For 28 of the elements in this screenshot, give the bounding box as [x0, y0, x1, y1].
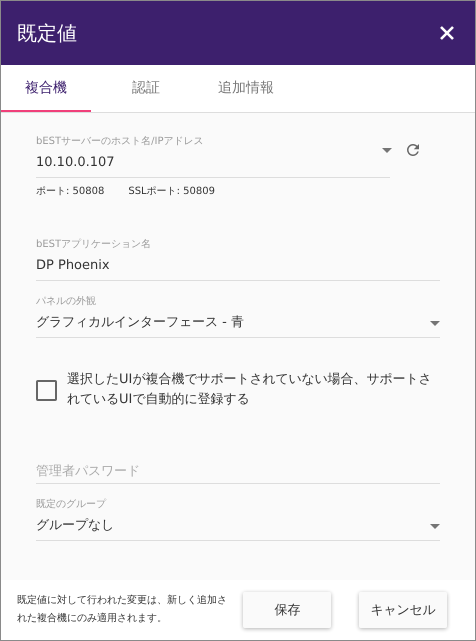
tab[interactable]: 複合機	[1, 65, 91, 112]
field-label: bESTサーバーのホスト名/IPアドレス	[36, 135, 204, 149]
close-button[interactable]	[439, 25, 455, 41]
window-title: 既定値	[17, 20, 77, 46]
caret-icon	[430, 524, 440, 528]
checkbox-label: 選択したUIが複合機でサポートされていない場合、サポートされているUIで自動的に登録する	[67, 371, 432, 409]
field-label: 既定のグループ	[36, 498, 108, 512]
text-field[interactable]: bESTアプリケーション名 DP Phoenix	[36, 238, 440, 281]
caret-icon	[430, 320, 440, 326]
host-combo-field[interactable]: bESTサーバーのホスト名/IPアドレス 10.10.0.107	[36, 135, 390, 178]
tab[interactable]: 認証	[101, 65, 191, 112]
select-field[interactable]: パネルの外観 グラフィカルインターフェース - 青	[36, 295, 440, 338]
field-label: bESTアプリケーション名	[36, 238, 152, 252]
footer-note: 既定値に対して行われた変更は、新しく追加された複合機にのみ適用されます。	[17, 594, 228, 626]
save-button[interactable]: 保存	[243, 592, 332, 628]
select-field[interactable]: 既定のグループ グループなし	[36, 498, 440, 541]
field-value: DP Phoenix	[36, 257, 110, 275]
checkbox[interactable]	[36, 380, 57, 400]
field-value: 10.10.0.107	[36, 154, 115, 172]
port-text: SSLポート: 50809	[128, 185, 215, 198]
cancel-button[interactable]: キャンセル	[359, 592, 448, 628]
tab[interactable]: 追加情報	[201, 65, 291, 112]
field-value: グラフィカルインターフェース - 青	[36, 314, 244, 332]
caret-icon[interactable]	[382, 148, 392, 153]
password-field[interactable]: 管理者パスワード	[36, 458, 440, 484]
field-value: グループなし	[36, 517, 114, 535]
field-label: パネルの外観	[36, 295, 97, 309]
port-text: ポート: 50808	[36, 185, 104, 198]
